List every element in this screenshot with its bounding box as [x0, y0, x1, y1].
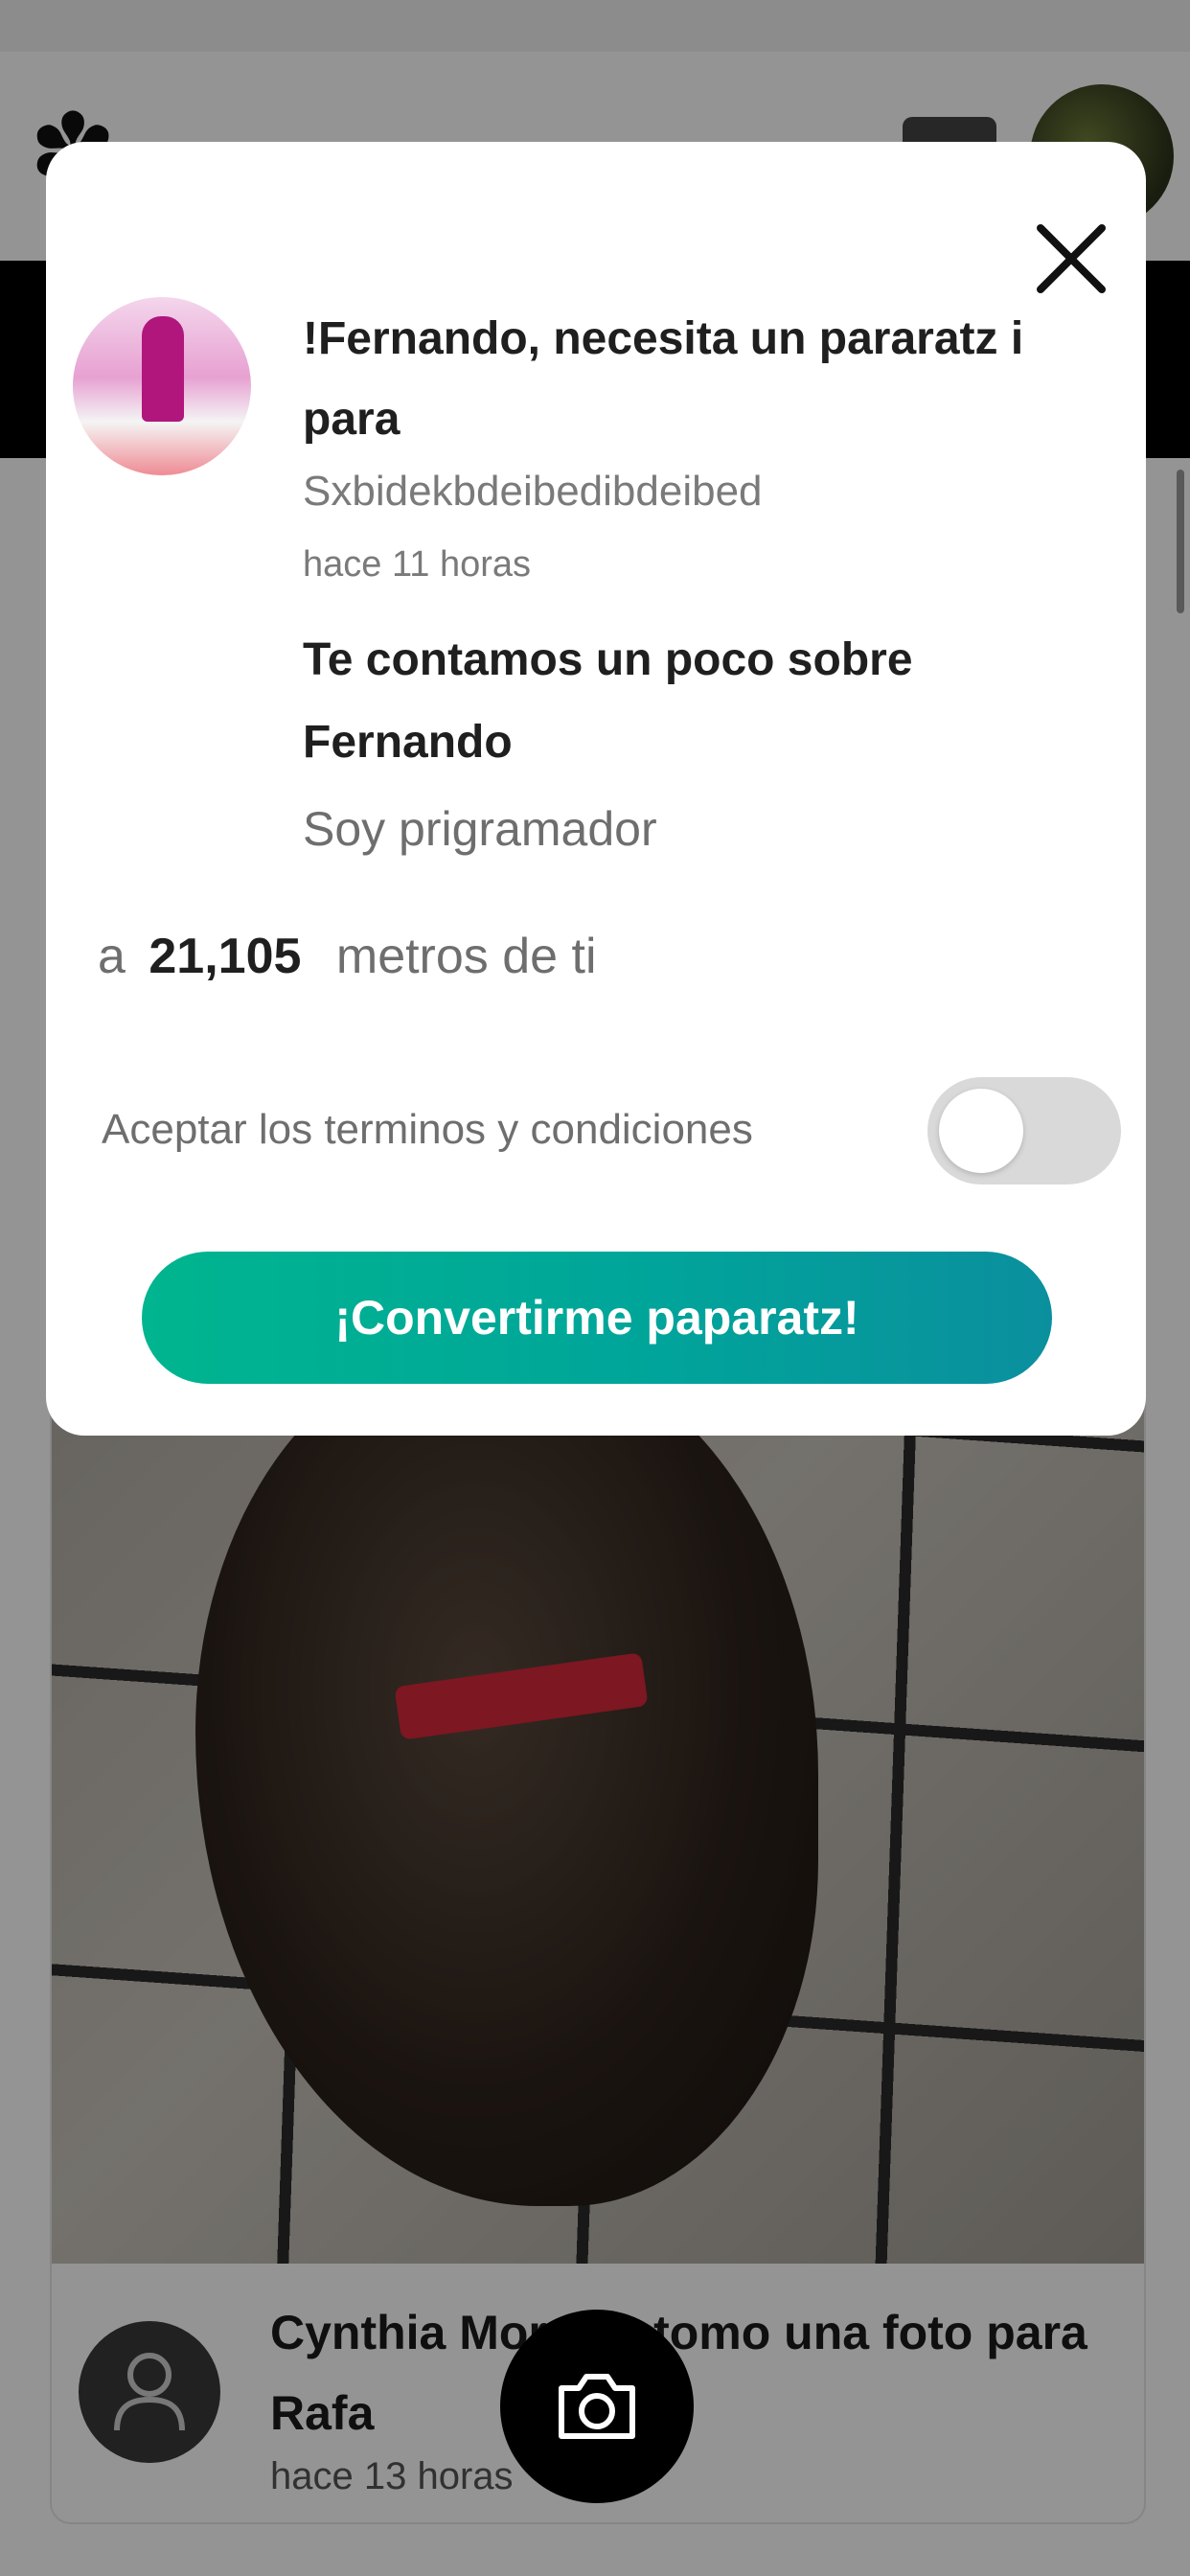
become-paparatz-button[interactable]: ¡Convertirme paparatz! — [142, 1252, 1052, 1384]
distance-suffix: metros de ti — [335, 929, 597, 984]
distance-prefix: a — [98, 929, 126, 984]
close-icon — [1037, 224, 1106, 293]
camera-icon — [559, 2374, 635, 2439]
terms-label: Aceptar los terminos y condiciones — [102, 1106, 753, 1153]
request-subtitle: Sxbidekbdeibedibdeibed — [303, 468, 763, 515]
request-timestamp: hace 11 horas — [303, 544, 532, 585]
request-title: !Fernando, necesita un pararatz i para — [303, 313, 1024, 445]
toggle-knob — [939, 1089, 1023, 1173]
about-heading: Te contamos un poco sobre Fernando — [303, 634, 913, 768]
requester-avatar — [73, 297, 251, 475]
camera-button[interactable] — [500, 2310, 694, 2503]
about-text: Soy prigramador — [303, 802, 657, 856]
distance-info: a 21,105 metros de ti — [98, 928, 597, 985]
distance-value: 21,105 — [149, 929, 302, 984]
terms-toggle[interactable] — [927, 1077, 1121, 1184]
paparatz-request-modal: !Fernando, necesita un pararatz i para S… — [46, 142, 1146, 1436]
avatar-figure — [142, 316, 184, 422]
